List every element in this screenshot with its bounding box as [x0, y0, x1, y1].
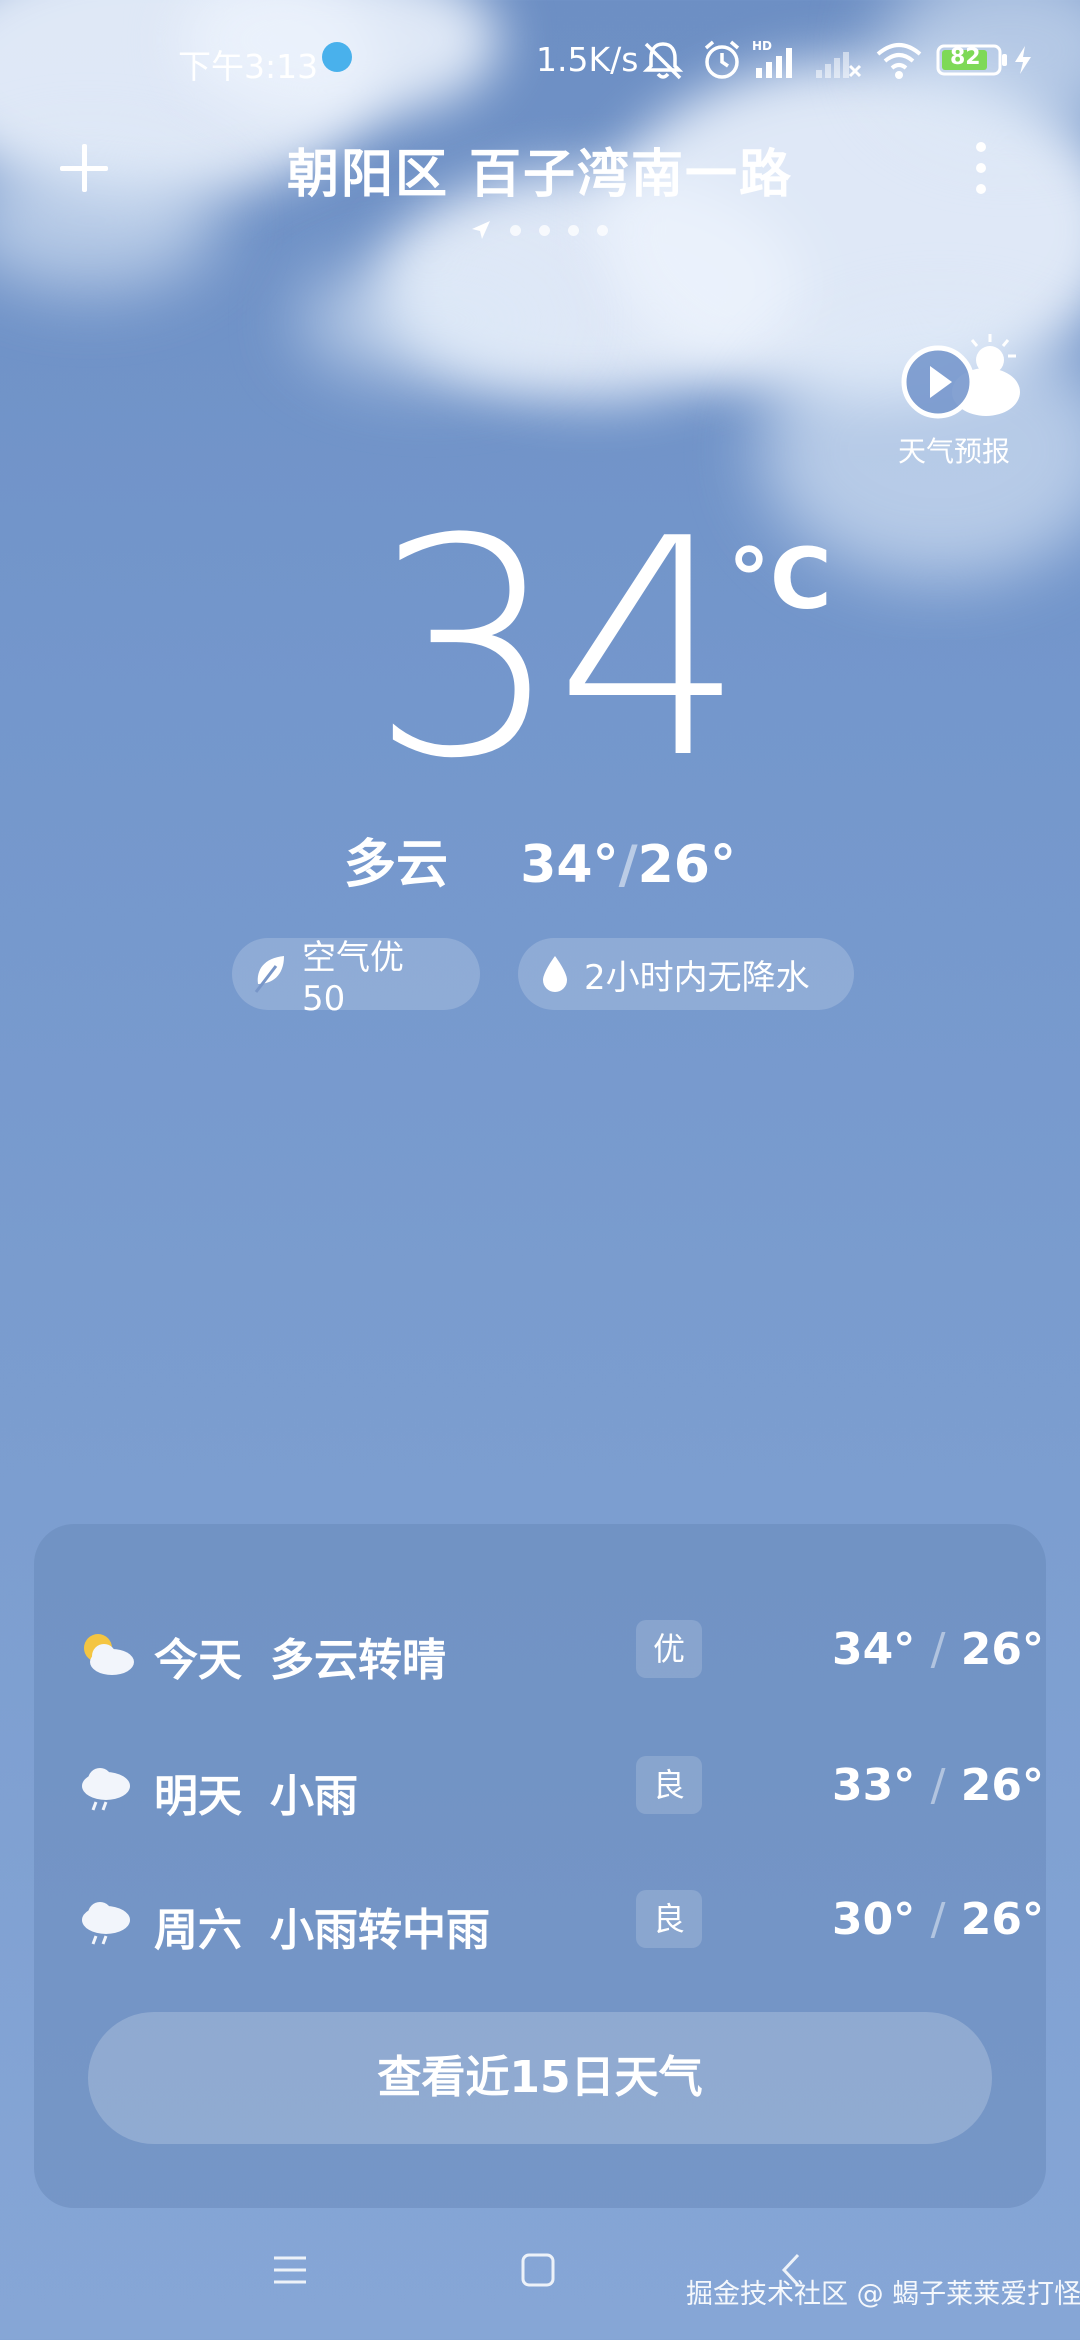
forecast-low: 26°	[960, 1624, 1044, 1675]
current-condition-line: 多云 34°/26°	[0, 822, 1080, 897]
forecast-row-today[interactable]: 今天 多云转晴 优 34° / 26°	[34, 1606, 1046, 1696]
forecast-row-tomorrow[interactable]: 明天 小雨 良 33° / 26°	[34, 1742, 1046, 1832]
app-notification-icon	[322, 42, 352, 72]
range-separator: /	[930, 1760, 946, 1811]
current-condition: 多云	[344, 835, 449, 895]
forecast-aqi-badge: 良	[636, 1756, 702, 1814]
page-dot	[539, 224, 550, 236]
location-arrow-icon	[472, 221, 490, 239]
range-separator: /	[930, 1894, 946, 1945]
more-options-button[interactable]	[966, 138, 996, 198]
forecast-aqi-badge: 良	[636, 1890, 702, 1948]
location-title[interactable]: 朝阳区 百子湾南一路	[200, 132, 880, 207]
current-temperature: 34	[370, 475, 746, 824]
current-high: 34°	[520, 835, 619, 895]
play-sun-cloud-icon	[901, 334, 1020, 419]
view-15-day-forecast-button[interactable]: 查看近15日天气	[88, 2012, 992, 2144]
partly-sunny-icon	[84, 1634, 134, 1675]
page-dot	[510, 224, 521, 236]
temperature-unit: °C	[728, 530, 832, 628]
weather-forecast-video-button[interactable]: 天气预报	[890, 330, 1030, 470]
alarm-icon	[704, 40, 740, 79]
forecast-high: 30°	[832, 1894, 916, 1945]
leaf-icon	[254, 956, 284, 993]
city-page-indicator[interactable]	[470, 220, 608, 240]
forecast-range: 30° / 26°	[794, 1894, 1044, 1945]
forecast-high: 34°	[832, 1624, 916, 1675]
signal-no-sim-icon	[816, 52, 862, 78]
menu-lines-icon[interactable]	[270, 2252, 310, 2288]
forecast-low: 26°	[960, 1894, 1044, 1945]
forecast-condition: 多云转晴	[270, 1635, 446, 1686]
forecast-low: 26°	[960, 1760, 1044, 1811]
forecast-day: 周六	[154, 1905, 242, 1956]
watermark: 掘金技术社区 @ 蝎子莱莱爱打怪	[686, 2279, 1080, 2310]
forecast-high: 33°	[832, 1760, 916, 1811]
air-quality-text: 空气优 50	[301, 937, 404, 1019]
add-city-button[interactable]	[56, 140, 112, 196]
precipitation-text: 2小时内无降水	[584, 957, 810, 998]
rain-cloud-icon	[82, 1902, 130, 1945]
forecast-video-label: 天气预报	[898, 435, 1011, 468]
forecast-day: 今天	[154, 1635, 242, 1686]
forecast-condition: 小雨转中雨	[270, 1905, 490, 1956]
current-low: 26°	[637, 835, 736, 895]
svg-text:HD: HD	[752, 39, 772, 53]
square-home-icon[interactable]	[518, 2252, 558, 2288]
hd-signal-icon: HD	[752, 39, 792, 78]
forecast-day: 明天	[154, 1771, 242, 1822]
charging-icon	[1015, 46, 1031, 74]
status-time: 下午3:13	[178, 47, 319, 86]
page-dot	[568, 224, 579, 236]
air-quality-badge[interactable]: 空气优 50	[232, 938, 480, 1019]
forecast-row-saturday[interactable]: 周六 小雨转中雨 良 30° / 26°	[34, 1876, 1046, 1966]
status-bar: 下午3:13 1.5K/s HD 82	[0, 0, 1080, 120]
forecast-range: 34° / 26°	[794, 1624, 1044, 1675]
forecast-condition: 小雨	[270, 1771, 358, 1822]
vertical-dots-icon	[976, 142, 986, 152]
forecast-aqi-badge: 优	[636, 1620, 702, 1678]
forecast-range: 33° / 26°	[794, 1760, 1044, 1811]
battery-level: 82	[950, 45, 981, 70]
range-separator: /	[930, 1624, 946, 1675]
precipitation-badge[interactable]: 2小时内无降水	[518, 938, 854, 1010]
rain-cloud-icon	[82, 1768, 130, 1811]
water-drop-icon	[543, 956, 567, 992]
page-dot	[597, 224, 608, 236]
wifi-icon	[876, 43, 922, 79]
high-low-separator: /	[618, 835, 638, 895]
network-speed: 1.5K/s	[536, 40, 639, 79]
mute-bell-icon	[642, 42, 684, 80]
